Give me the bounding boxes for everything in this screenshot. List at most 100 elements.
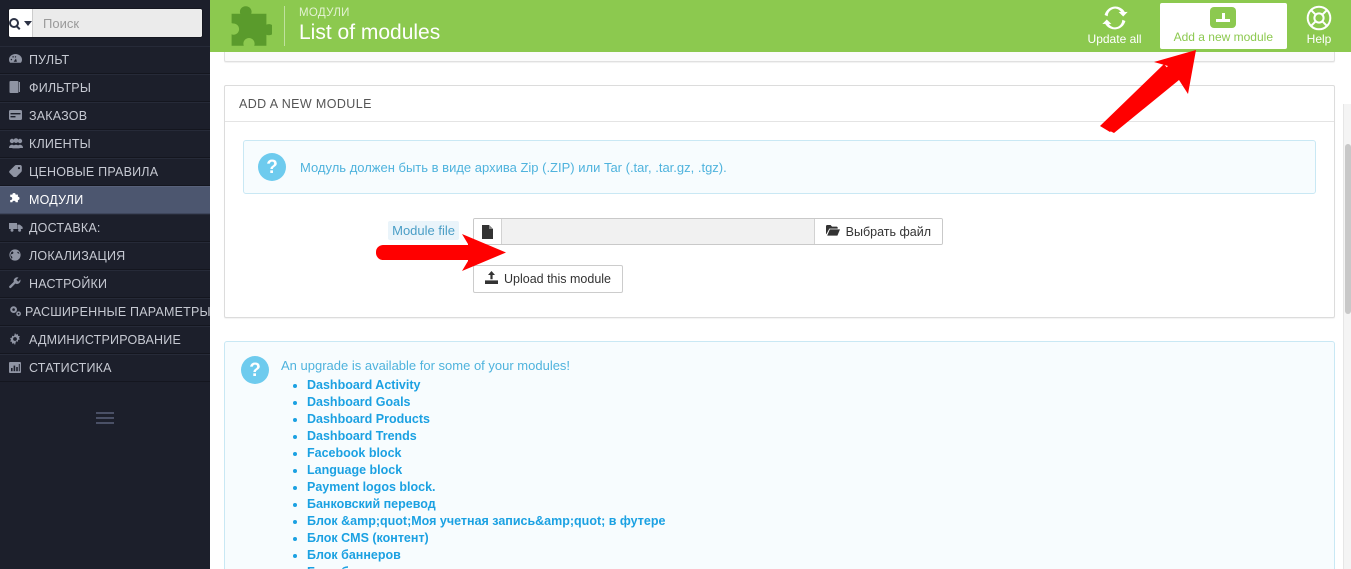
- catalog-book-icon: [9, 81, 26, 95]
- search-icon: [9, 18, 19, 28]
- help-label: Help: [1306, 32, 1332, 46]
- dashboard-icon: [9, 53, 26, 67]
- sidebar-item-advanced-parameters[interactable]: РАСШИРЕННЫЕ ПАРАМЕТРЫ: [0, 298, 211, 326]
- gears-icon: [9, 305, 22, 319]
- sidebar-item-label: ЦЕНОВЫЕ ПРАВИЛА: [29, 165, 159, 179]
- module-file-input[interactable]: [502, 219, 814, 244]
- upgrade-alert-title: An upgrade is available for some of your…: [281, 358, 571, 373]
- sidebar-item-shipping[interactable]: ДОСТАВКА:: [0, 214, 210, 242]
- sidebar-item-label: ЗАКАЗОВ: [29, 109, 88, 123]
- sidebar-item-administration[interactable]: АДМИНИСТРИРОВАНИЕ: [0, 326, 210, 354]
- list-item: Dashboard Products: [307, 411, 1318, 428]
- modules-puzzle-icon: [9, 193, 26, 207]
- module-link[interactable]: Dashboard Activity: [307, 378, 420, 392]
- panel-title: ADD A NEW MODULE: [225, 86, 1334, 122]
- sidebar-nav: ПУЛЬТ ФИЛЬТРЫ ЗАКАЗОВ КЛИЕНТЫ ЦЕНОВЫЕ ПР…: [0, 46, 211, 382]
- help-button[interactable]: Help: [1287, 0, 1351, 52]
- add-a-new-module-button[interactable]: Add a new module: [1159, 3, 1287, 49]
- page-title-block: МОДУЛИ List of modules: [299, 6, 440, 46]
- module-link[interactable]: Блок CMS (контент): [307, 531, 429, 545]
- plus-square-icon: [1210, 7, 1237, 28]
- sidebar-item-customers[interactable]: КЛИЕНТЫ: [0, 130, 210, 158]
- module-link[interactable]: Блок баннеров: [307, 548, 401, 562]
- question-circle-icon: ?: [241, 356, 269, 384]
- folder-open-icon: [825, 224, 840, 239]
- browse-file-button[interactable]: Выбрать файл: [813, 219, 942, 244]
- wrench-icon: [9, 277, 26, 291]
- module-link[interactable]: Payment logos block.: [307, 480, 436, 494]
- sidebar-item-orders[interactable]: ЗАКАЗОВ: [0, 102, 210, 130]
- puzzle-piece-icon: [228, 5, 275, 47]
- module-format-info-text: Модуль должен быть в виде архива Zip (.Z…: [300, 159, 727, 175]
- sidebar-item-modules[interactable]: МОДУЛИ: [0, 186, 210, 214]
- bar-chart-icon: [9, 361, 26, 375]
- upload-icon: [485, 271, 498, 287]
- module-format-info-alert: ? Модуль должен быть в виде архива Zip (…: [243, 140, 1316, 194]
- price-tag-icon: [9, 165, 26, 179]
- scrollbar-thumb[interactable]: [1345, 144, 1351, 314]
- main-area: МОДУЛИ List of modules Update all Add a …: [210, 0, 1351, 569]
- list-item: Блок &amp;quot;Моя учетная запись&amp;qu…: [307, 513, 1318, 530]
- list-item: Dashboard Trends: [307, 428, 1318, 445]
- browse-file-label: Выбрать файл: [845, 224, 931, 239]
- list-item: Блок CMS (контент): [307, 530, 1318, 547]
- vertical-scrollbar[interactable]: [1343, 104, 1351, 569]
- page-title: List of modules: [299, 21, 441, 44]
- module-link[interactable]: Facebook block: [307, 446, 401, 460]
- sidebar-item-label: МОДУЛИ: [29, 193, 84, 207]
- breadcrumb: МОДУЛИ: [299, 7, 350, 19]
- update-all-button[interactable]: Update all: [1076, 0, 1154, 52]
- module-link[interactable]: Dashboard Products: [307, 412, 430, 426]
- list-item: Dashboard Goals: [307, 394, 1318, 411]
- sidebar-item-label: ДОСТАВКА:: [29, 221, 101, 235]
- list-item: Payment logos block.: [307, 479, 1318, 496]
- module-file-label: Module file: [388, 221, 459, 240]
- life-ring-icon: [1306, 5, 1332, 31]
- search-dropdown-icon[interactable]: [9, 9, 33, 37]
- sidebar-item-price-rules[interactable]: ЦЕНОВЫЕ ПРАВИЛА: [0, 158, 210, 186]
- search-box[interactable]: [9, 9, 202, 37]
- sidebar-item-label: НАСТРОЙКИ: [29, 277, 108, 291]
- sidebar-item-catalog[interactable]: ФИЛЬТРЫ: [0, 74, 210, 102]
- header-actions: Update all Add a new module Help: [1076, 0, 1351, 52]
- file-input-group[interactable]: Выбрать файл: [473, 218, 943, 245]
- upload-this-module-button[interactable]: Upload this module: [473, 265, 624, 293]
- module-link[interactable]: Блок быстрого поиска: [307, 565, 447, 569]
- module-link[interactable]: Language block: [307, 463, 402, 477]
- module-link[interactable]: Блок &amp;quot;Моя учетная запись&amp;qu…: [307, 514, 665, 528]
- module-link[interactable]: Dashboard Goals: [307, 395, 411, 409]
- gear-icon: [9, 333, 26, 347]
- module-file-label-wrap: Module file: [243, 218, 473, 240]
- hamburger-bars: [96, 412, 114, 424]
- upgrade-available-alert: ? An upgrade is available for some of yo…: [224, 341, 1335, 569]
- globe-icon: [9, 249, 26, 263]
- admin-page: ПУЛЬТ ФИЛЬТРЫ ЗАКАЗОВ КЛИЕНТЫ: [0, 0, 1351, 569]
- content-scroll-area: ADD A NEW MODULE ? Модуль должен быть в …: [210, 52, 1351, 569]
- file-icon: [474, 219, 502, 244]
- sidebar: ПУЛЬТ ФИЛЬТРЫ ЗАКАЗОВ КЛИЕНТЫ: [0, 0, 211, 569]
- sidebar-item-stats[interactable]: СТАТИСТИКА: [0, 354, 210, 382]
- module-link[interactable]: Банковский перевод: [307, 497, 436, 511]
- search-input[interactable]: [33, 9, 202, 37]
- page-header: МОДУЛИ List of modules Update all Add a …: [210, 0, 1351, 52]
- content-inner: ADD A NEW MODULE ? Модуль должен быть в …: [210, 52, 1351, 569]
- previous-panel-bottom-edge: [224, 52, 1335, 62]
- module-file-row: Module file Выбрать файл Upload this mod…: [243, 218, 1316, 293]
- upload-this-module-label: Upload this module: [504, 272, 612, 286]
- sidebar-item-label: КЛИЕНТЫ: [29, 137, 91, 151]
- module-file-control: Выбрать файл Upload this module: [473, 218, 1316, 293]
- sidebar-item-label: СТАТИСТИКА: [29, 361, 112, 375]
- hamburger-collapse-icon[interactable]: [0, 404, 210, 432]
- upgrade-module-list: Dashboard Activity Dashboard Goals Dashb…: [281, 377, 1318, 569]
- sidebar-item-label: АДМИНИСТРИРОВАНИЕ: [29, 333, 181, 347]
- list-item: Dashboard Activity: [307, 377, 1318, 394]
- sidebar-item-dashboard[interactable]: ПУЛЬТ: [0, 46, 210, 74]
- sidebar-item-preferences[interactable]: НАСТРОЙКИ: [0, 270, 210, 298]
- module-link[interactable]: Dashboard Trends: [307, 429, 417, 443]
- sidebar-item-localization[interactable]: ЛОКАЛИЗАЦИЯ: [0, 242, 210, 270]
- add-a-new-module-label: Add a new module: [1173, 30, 1273, 44]
- sidebar-item-label: ФИЛЬТРЫ: [29, 81, 92, 95]
- orders-card-icon: [9, 110, 26, 122]
- header-divider: [284, 6, 285, 46]
- sidebar-search: [0, 0, 210, 46]
